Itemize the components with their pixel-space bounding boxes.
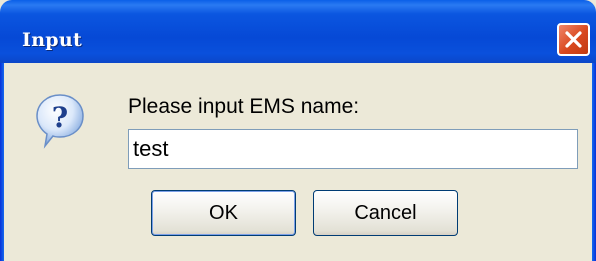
window-frame-left (0, 63, 4, 261)
question-icon: ? (36, 94, 84, 149)
cancel-button[interactable]: Cancel (313, 190, 458, 236)
input-dialog: Input ? Please input EMS name: OK Cancel (0, 0, 596, 261)
window-title: Input (22, 29, 83, 51)
title-bar[interactable]: Input (0, 0, 596, 63)
ems-name-input[interactable] (128, 129, 578, 169)
svg-text:?: ? (52, 101, 68, 134)
close-button[interactable] (557, 23, 590, 56)
close-icon (565, 31, 582, 48)
prompt-label: Please input EMS name: (128, 95, 360, 118)
window-frame-right (592, 63, 596, 261)
ok-button[interactable]: OK (151, 190, 296, 236)
